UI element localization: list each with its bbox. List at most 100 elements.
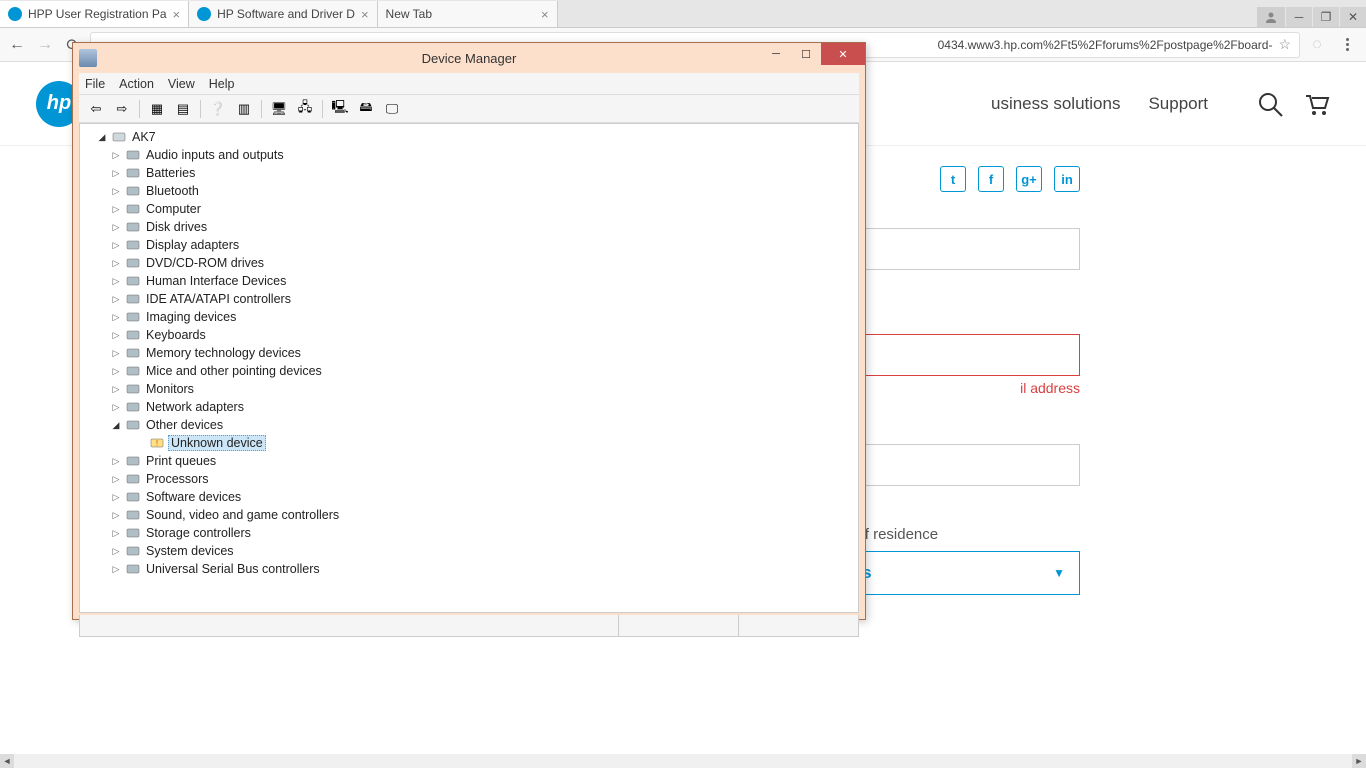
minimize-button[interactable]: ─ bbox=[1286, 7, 1312, 27]
devmgr-minimize-button[interactable]: ─ bbox=[761, 43, 791, 65]
tree-row[interactable]: ▷Sound, video and game controllers bbox=[82, 506, 856, 524]
facebook-button[interactable]: f bbox=[978, 166, 1004, 192]
toolbar-forward-button[interactable]: ⇨ bbox=[111, 98, 133, 120]
expand-arrow-icon[interactable]: ▷ bbox=[110, 366, 122, 377]
extension-icon[interactable]: ◌ bbox=[1306, 34, 1328, 56]
nav-business-solutions[interactable]: usiness solutions bbox=[991, 94, 1120, 114]
devmgr-maximize-button[interactable]: ☐ bbox=[791, 43, 821, 65]
toolbar-back-button[interactable]: ⇦ bbox=[85, 98, 107, 120]
devmgr-close-button[interactable]: ✕ bbox=[821, 43, 865, 65]
expand-arrow-icon[interactable]: ▷ bbox=[110, 330, 122, 341]
devmgr-toolbar: ⇦ ⇨ ▦ ▤ ❔ ▥ 🖥 🖧 🖳 🖴 🖵 bbox=[79, 95, 859, 123]
search-icon[interactable] bbox=[1256, 90, 1284, 118]
tree-row[interactable]: ▷Keyboards bbox=[82, 326, 856, 344]
expand-arrow-icon[interactable]: ▷ bbox=[110, 474, 122, 485]
tab-close-icon[interactable]: × bbox=[541, 7, 549, 22]
scroll-right-arrow[interactable]: ► bbox=[1352, 754, 1366, 768]
expand-arrow-icon[interactable]: ▷ bbox=[110, 294, 122, 305]
expand-arrow-icon[interactable]: ▷ bbox=[110, 276, 122, 287]
tree-row[interactable]: ▷Universal Serial Bus controllers bbox=[82, 560, 856, 578]
tree-row[interactable]: ▷Disk drives bbox=[82, 218, 856, 236]
toolbar-properties-button[interactable]: ▤ bbox=[172, 98, 194, 120]
expand-arrow-icon[interactable]: ▷ bbox=[110, 348, 122, 359]
tree-row[interactable]: ▷Bluetooth bbox=[82, 182, 856, 200]
tree-row[interactable]: ▷IDE ATA/ATAPI controllers bbox=[82, 290, 856, 308]
expand-arrow-icon[interactable]: ▷ bbox=[110, 492, 122, 503]
cart-icon[interactable] bbox=[1302, 90, 1330, 118]
toolbar-show-hide-button[interactable]: ▦ bbox=[146, 98, 168, 120]
forward-button[interactable]: → bbox=[34, 34, 56, 56]
tree-row[interactable]: ▷Print queues bbox=[82, 452, 856, 470]
maximize-button[interactable]: ❐ bbox=[1313, 7, 1339, 27]
tab-close-icon[interactable]: × bbox=[173, 7, 181, 22]
scroll-left-arrow[interactable]: ◄ bbox=[0, 754, 14, 768]
twitter-button[interactable]: t bbox=[940, 166, 966, 192]
toolbar-disable-button[interactable]: 🖴 bbox=[355, 98, 377, 120]
menu-file[interactable]: File bbox=[85, 77, 105, 91]
expand-arrow-icon[interactable]: ▷ bbox=[110, 456, 122, 467]
collapse-arrow-icon[interactable]: ◢ bbox=[110, 420, 122, 431]
toolbar-update-button[interactable]: 🖧 bbox=[294, 98, 316, 120]
tree-row[interactable]: ▷Storage controllers bbox=[82, 524, 856, 542]
expand-arrow-icon[interactable]: ▷ bbox=[110, 240, 122, 251]
tree-label: Audio inputs and outputs bbox=[144, 148, 286, 162]
linkedin-button[interactable]: in bbox=[1054, 166, 1080, 192]
tree-row[interactable]: !Unknown device bbox=[82, 434, 856, 452]
tree-row[interactable]: ▷ Audio inputs and outputs bbox=[82, 146, 856, 164]
expand-arrow-icon[interactable]: ▷ bbox=[110, 528, 122, 539]
close-button[interactable]: ✕ bbox=[1340, 7, 1366, 27]
back-button[interactable]: ← bbox=[6, 34, 28, 56]
page-horizontal-scrollbar[interactable]: ◄ ► bbox=[0, 754, 1366, 768]
tree-row[interactable]: ▷Memory technology devices bbox=[82, 344, 856, 362]
device-category-icon bbox=[125, 399, 141, 415]
toolbar-refresh-button[interactable]: ▥ bbox=[233, 98, 255, 120]
bookmark-star-icon[interactable]: ☆ bbox=[1278, 36, 1291, 53]
tree-row[interactable]: ◢Other devices bbox=[82, 416, 856, 434]
menu-view[interactable]: View bbox=[168, 77, 195, 91]
expand-arrow-icon[interactable]: ▷ bbox=[110, 150, 122, 161]
browser-tab-1[interactable]: HP Software and Driver D × bbox=[189, 1, 377, 27]
expand-arrow-icon[interactable]: ▷ bbox=[110, 204, 122, 215]
device-category-icon bbox=[125, 525, 141, 541]
tree-row[interactable]: ▷DVD/CD-ROM drives bbox=[82, 254, 856, 272]
tree-row[interactable]: ▷Batteries bbox=[82, 164, 856, 182]
expand-arrow-icon[interactable]: ▷ bbox=[110, 510, 122, 521]
expand-arrow-icon[interactable]: ▷ bbox=[110, 186, 122, 197]
expand-arrow-icon[interactable]: ▷ bbox=[110, 384, 122, 395]
expand-arrow-icon[interactable]: ▷ bbox=[110, 222, 122, 233]
toolbar-enable-button[interactable]: 🖵 bbox=[381, 98, 403, 120]
browser-tab-2[interactable]: New Tab × bbox=[378, 1, 558, 27]
tree-row[interactable]: ▷Monitors bbox=[82, 380, 856, 398]
tree-row[interactable]: ▷ Network adapters bbox=[82, 398, 856, 416]
toolbar-scan-button[interactable]: 🖥 bbox=[268, 98, 290, 120]
expand-arrow-icon[interactable]: ▷ bbox=[110, 168, 122, 179]
tree-row[interactable]: ▷System devices bbox=[82, 542, 856, 560]
tree-row[interactable]: ▷Imaging devices bbox=[82, 308, 856, 326]
tab-close-icon[interactable]: × bbox=[361, 7, 369, 22]
toolbar-help-button[interactable]: ❔ bbox=[207, 98, 229, 120]
tree-row[interactable]: ▷Software devices bbox=[82, 488, 856, 506]
expand-arrow-icon[interactable]: ▷ bbox=[110, 564, 122, 575]
expand-arrow-icon[interactable]: ▷ bbox=[110, 258, 122, 269]
tree-row[interactable]: ▷Processors bbox=[82, 470, 856, 488]
chrome-menu-button[interactable] bbox=[1340, 38, 1354, 51]
googleplus-button[interactable]: g+ bbox=[1016, 166, 1042, 192]
tree-row[interactable]: ▷Display adapters bbox=[82, 236, 856, 254]
tree-row[interactable]: ▷Computer bbox=[82, 200, 856, 218]
browser-tab-0[interactable]: HPP User Registration Pa × bbox=[0, 1, 189, 27]
device-manager-titlebar[interactable]: Device Manager ─ ☐ ✕ bbox=[73, 43, 865, 73]
tree-row[interactable]: ◢AK7 bbox=[82, 128, 856, 146]
tree-label: Network adapters bbox=[144, 400, 246, 414]
device-tree[interactable]: ◢AK7▷Audio inputs and outputs▷Batteries▷… bbox=[80, 124, 858, 582]
toolbar-uninstall-button[interactable]: 🖳 bbox=[329, 98, 351, 120]
collapse-arrow-icon[interactable]: ◢ bbox=[96, 132, 108, 143]
expand-arrow-icon[interactable]: ▷ bbox=[110, 546, 122, 557]
expand-arrow-icon[interactable]: ▷ bbox=[110, 402, 122, 413]
menu-help[interactable]: Help bbox=[209, 77, 235, 91]
tree-row[interactable]: ▷Human Interface Devices bbox=[82, 272, 856, 290]
tree-row[interactable]: ▷Mice and other pointing devices bbox=[82, 362, 856, 380]
chrome-user-button[interactable] bbox=[1257, 7, 1285, 27]
nav-support[interactable]: Support bbox=[1148, 94, 1208, 114]
menu-action[interactable]: Action bbox=[119, 77, 154, 91]
expand-arrow-icon[interactable]: ▷ bbox=[110, 312, 122, 323]
